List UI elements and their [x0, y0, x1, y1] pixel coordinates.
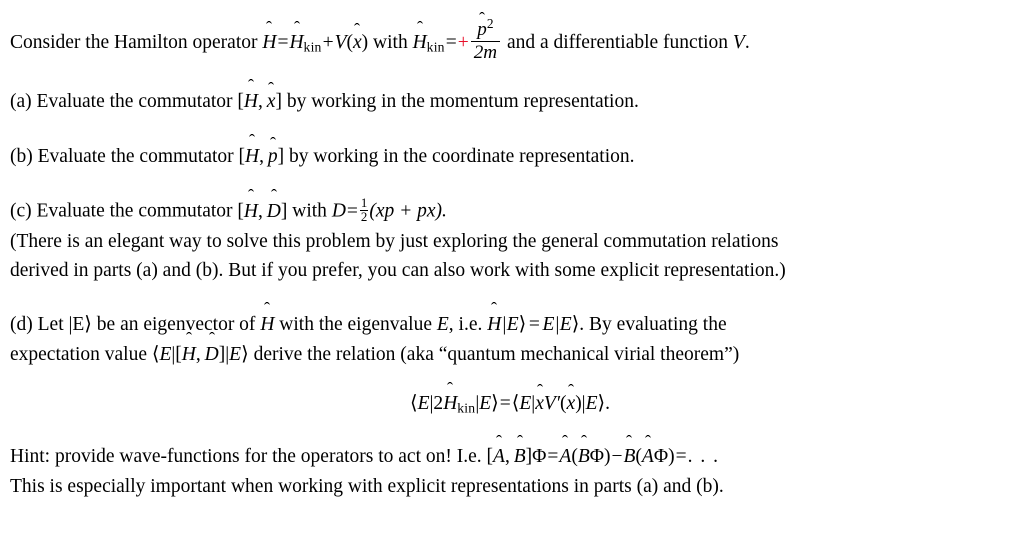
momentum-symbol: p	[477, 18, 487, 40]
intro-paragraph: Consider the Hamilton operator ̂H=̂Hkin+…	[10, 16, 1010, 64]
half-denominator: 2	[360, 210, 368, 225]
potential-symbol: V	[334, 32, 347, 54]
part-b-label: (b)	[10, 145, 33, 167]
part-d-line2-text-2: derive the relation (aka “quantum mechan…	[253, 343, 740, 365]
hint-text-1: provide wave-functions for the operators…	[54, 446, 482, 468]
part-a-text-1: Evaluate the commutator	[36, 91, 233, 113]
intro-plus-v: +	[322, 32, 334, 54]
equation-equals: =	[499, 393, 511, 415]
paren-close: )	[361, 32, 369, 54]
part-c-paragraph: (c) Evaluate the commutator [̂H, ̂D] wit…	[10, 197, 1010, 225]
potential-symbol-end: V	[732, 32, 745, 54]
equation-period: .	[605, 393, 610, 415]
intro-equals-2: =	[445, 32, 457, 54]
part-c-text-2: with	[292, 200, 327, 222]
part-c-text-1: Evaluate the commutator	[36, 200, 233, 222]
part-d-paragraph: (d) Let |E⟩ be an eigenvector of ̂H with…	[10, 311, 1010, 339]
part-d-text-5: By evaluating the	[589, 314, 727, 336]
hkin-subscript: kin	[303, 39, 322, 55]
intro-period: .	[744, 32, 750, 54]
part-a-paragraph: (a) Evaluate the commutator [̂H, ̂x] by …	[10, 88, 1010, 116]
part-d-line-2: expectation value ⟨E|[̂H, ̂D]|E⟩ derive …	[10, 341, 1010, 369]
part-d-text-2: be an eigenvector of	[96, 314, 256, 336]
equation-lhs-subscript: kin	[457, 400, 476, 416]
part-d-text-3: with the eigenvalue	[279, 314, 432, 336]
intro-equals: =	[277, 32, 289, 54]
part-b-text-1: Evaluate the commutator	[37, 145, 234, 167]
ket-E: |E⟩	[68, 314, 92, 336]
part-d-text-1: Let	[37, 314, 64, 336]
part-d-label: (d)	[10, 314, 33, 336]
part-c-commutator: [̂H, ̂D]	[237, 200, 288, 222]
hkin-symbol: ̂H	[289, 32, 304, 54]
document-page: Consider the Hamilton operator ̂H=̂Hkin+…	[0, 16, 1024, 501]
part-c-label: (c)	[10, 200, 32, 222]
one-half-fraction: 1 2	[359, 196, 369, 225]
half-numerator: 1	[359, 196, 369, 212]
part-b-paragraph: (b) Evaluate the commutator [̂H, ̂p] by …	[10, 143, 1010, 171]
hkin-subscript-2: kin	[426, 39, 445, 55]
kinetic-energy-fraction: ̂p2 2m	[470, 16, 501, 64]
hamiltonian-symbol: ̂H	[262, 32, 277, 54]
hkin-symbol-2: ̂H	[412, 32, 427, 54]
intro-text-with: with	[373, 32, 408, 54]
intro-text-2: and a differentiable function	[506, 32, 729, 54]
fraction-numerator-exponent: 2	[486, 16, 494, 31]
hint-line-1: Hint: provide wave-functions for the ope…	[10, 443, 1010, 471]
fraction-denominator: 2m	[473, 42, 498, 64]
hint-line-2: This is especially important when workin…	[10, 476, 724, 498]
red-plus-sign: +	[457, 32, 469, 54]
part-d-hamiltonian: ̂H	[260, 314, 275, 336]
part-c-equals: =	[346, 200, 358, 222]
x-operator-symbol: ̂x	[353, 32, 362, 54]
dilation-symbol: D	[331, 200, 346, 222]
part-c-note-line-1: (There is an elegant way to solve this p…	[10, 230, 779, 252]
part-d-text-4: , i.e.	[448, 314, 483, 336]
hint-formula: [̂A, ̂B]Φ=̂A(̂BΦ)−̂B(̂AΦ)=. . .	[486, 446, 721, 468]
hint-label: Hint:	[10, 446, 51, 468]
part-c-definition: (xp + px).	[369, 200, 447, 222]
expectation-value-expression: ⟨E|[̂H, ̂D]|E⟩	[151, 343, 249, 365]
part-a-text-2: by working in the momentum representatio…	[286, 91, 639, 113]
eigenvalue-equation: ̂H|E⟩ = E|E⟩.	[487, 314, 585, 336]
part-b-commutator: [̂H, ̂p]	[238, 145, 285, 167]
fraction-numerator: ̂p2	[470, 16, 501, 43]
equation-lhs: ⟨E|2̂Hkin|E⟩	[410, 393, 499, 416]
intro-text-1: Consider the Hamilton operator	[10, 32, 258, 54]
part-a-label: (a)	[10, 91, 32, 113]
virial-theorem-equation: ⟨E|2̂Hkin|E⟩=⟨E|̂xV′(̂x)|E⟩.	[10, 390, 1010, 418]
part-a-commutator: [̂H, ̂x]	[237, 91, 282, 113]
part-c-note-line-2: derived in parts (a) and (b). But if you…	[10, 260, 786, 282]
equation-rhs: ⟨E|̂xV′(̂x)|E⟩	[511, 393, 606, 415]
part-b-text-2: by working in the coordinate representat…	[289, 145, 635, 167]
part-d-line2-text-1: expectation value	[10, 343, 147, 365]
eigenvalue-symbol: E	[436, 314, 449, 336]
